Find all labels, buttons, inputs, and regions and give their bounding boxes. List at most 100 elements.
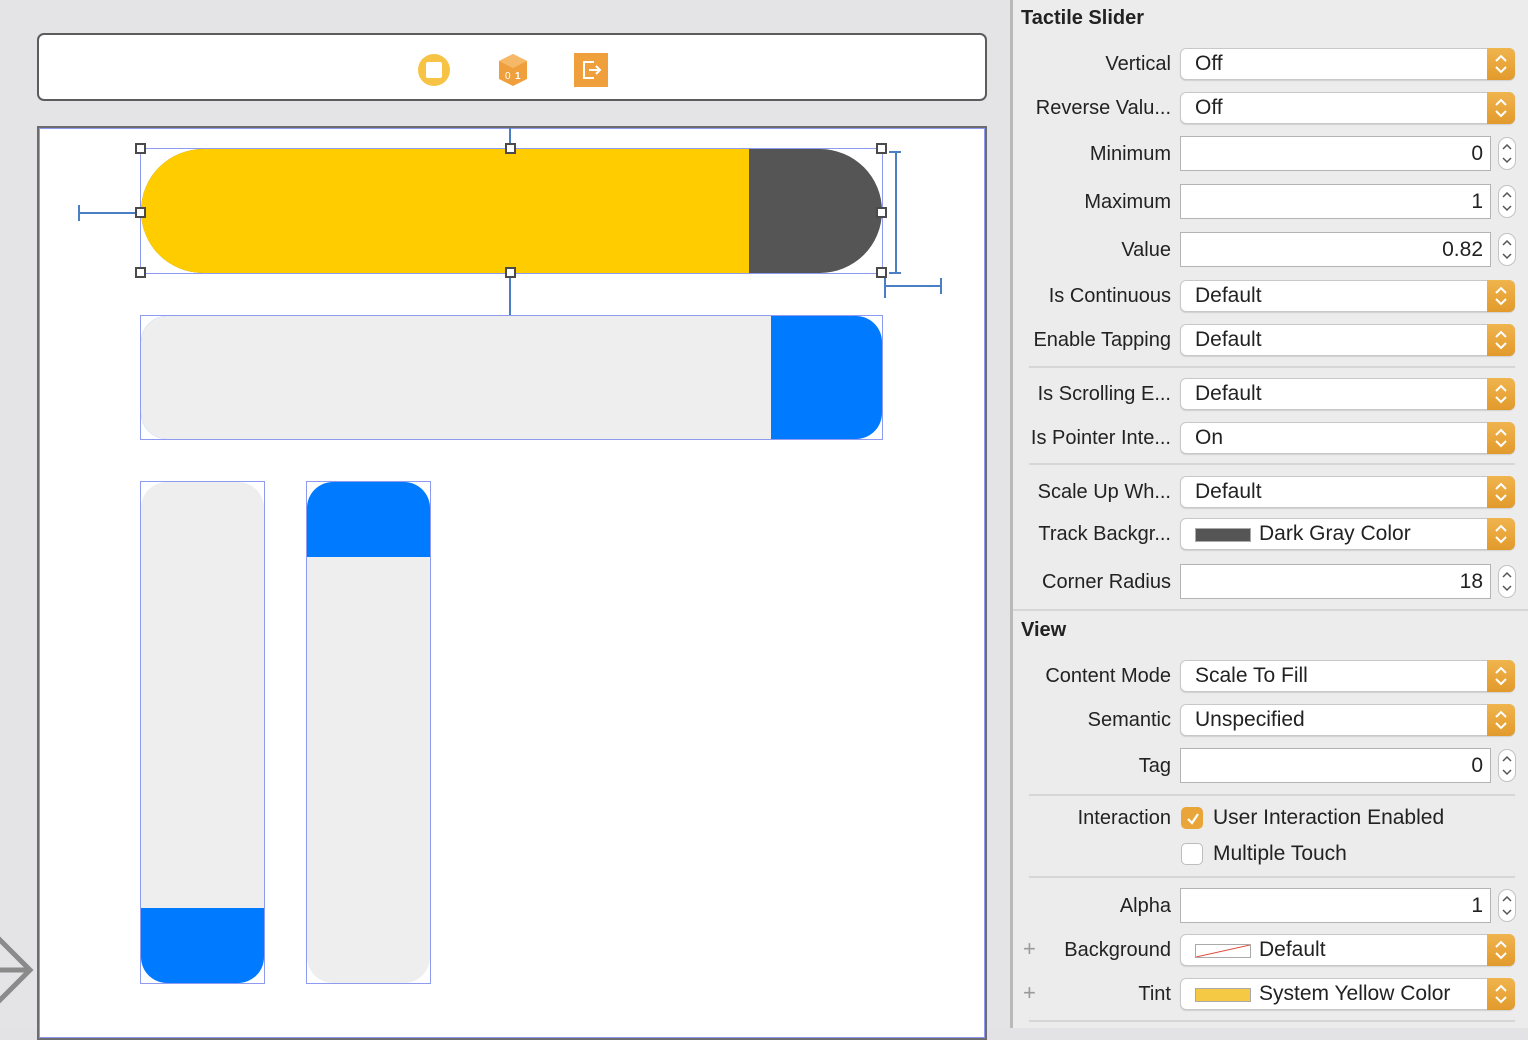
maximum-label: Maximum — [1084, 191, 1171, 213]
constraint-cap — [889, 272, 901, 274]
user-interaction-label[interactable]: User Interaction Enabled — [1213, 806, 1444, 830]
field-value: 1 — [1471, 190, 1483, 213]
background-popup[interactable]: Default — [1180, 934, 1515, 966]
resize-handle-bottom-right[interactable] — [876, 267, 887, 278]
color-swatch — [1195, 988, 1251, 1002]
enable-tapping-popup[interactable]: Default — [1180, 324, 1515, 356]
selection-outline — [140, 148, 883, 274]
multiple-touch-label[interactable]: Multiple Touch — [1213, 842, 1347, 866]
checkmark-icon — [1187, 813, 1199, 825]
user-interaction-checkbox[interactable] — [1181, 807, 1203, 829]
multiple-touch-checkbox[interactable] — [1181, 843, 1203, 865]
reverse-values-label: Reverse Valu... — [1035, 97, 1171, 119]
semantic-label: Semantic — [1087, 709, 1171, 731]
alpha-field[interactable]: 1 — [1180, 888, 1491, 923]
color-swatch — [1195, 528, 1251, 542]
width-constraint[interactable] — [884, 285, 941, 287]
is-scrolling-label: Is Scrolling E... — [1037, 383, 1171, 405]
popup-value: Default — [1195, 328, 1262, 351]
interaction-label: Interaction — [1077, 807, 1171, 829]
field-value: 0 — [1471, 754, 1483, 777]
alpha-label: Alpha — [1119, 895, 1171, 917]
exit-icon[interactable] — [574, 53, 608, 87]
height-constraint[interactable] — [895, 151, 897, 273]
leading-constraint[interactable] — [78, 212, 140, 214]
popup-arrows-icon — [1487, 422, 1515, 454]
background-label: Background — [1064, 939, 1171, 961]
popup-arrows-icon — [1487, 324, 1515, 356]
alpha-stepper[interactable] — [1498, 889, 1516, 922]
resize-handle-top-right[interactable] — [876, 143, 887, 154]
section-divider — [1013, 609, 1528, 611]
field-value: 1 — [1471, 894, 1483, 917]
vertical-popup[interactable]: Off — [1180, 48, 1515, 80]
value-stepper[interactable] — [1498, 233, 1516, 266]
resize-handle-top[interactable] — [505, 143, 516, 154]
view-outline — [140, 481, 265, 984]
tint-popup[interactable]: System Yellow Color — [1180, 978, 1515, 1010]
resize-handle-bottom-left[interactable] — [135, 267, 146, 278]
vertical-label: Vertical — [1105, 53, 1171, 75]
popup-arrows-icon — [1487, 92, 1515, 124]
corner-radius-field[interactable]: 18 — [1180, 564, 1491, 599]
divider — [1029, 463, 1515, 465]
bottom-constraint[interactable] — [509, 274, 511, 316]
field-value: 18 — [1459, 570, 1483, 593]
view-outline — [306, 481, 431, 984]
popup-value: Off — [1195, 96, 1223, 119]
popup-value: Dark Gray Color — [1259, 522, 1411, 545]
field-value: 0.82 — [1442, 238, 1483, 261]
content-mode-label: Content Mode — [1045, 665, 1171, 687]
divider — [1029, 1020, 1515, 1022]
popup-arrows-icon — [1487, 660, 1515, 692]
minimum-field[interactable]: 0 — [1180, 136, 1491, 171]
is-scrolling-popup[interactable]: Default — [1180, 378, 1515, 410]
scale-up-popup[interactable]: Default — [1180, 476, 1515, 508]
maximum-stepper[interactable] — [1498, 185, 1516, 218]
tag-label: Tag — [1138, 755, 1171, 777]
value-field[interactable]: 0.82 — [1180, 232, 1491, 267]
content-mode-popup[interactable]: Scale To Fill — [1180, 660, 1515, 692]
corner-radius-stepper[interactable] — [1498, 565, 1516, 598]
popup-arrows-icon — [1487, 978, 1515, 1010]
view-controller-icon[interactable] — [417, 53, 451, 87]
is-continuous-popup[interactable]: Default — [1180, 280, 1515, 312]
first-responder-icon[interactable]: 01 — [496, 53, 530, 87]
section-title-tactile-slider: Tactile Slider — [1021, 7, 1145, 29]
add-variation-background-icon[interactable]: + — [1023, 936, 1036, 962]
minimum-stepper[interactable] — [1498, 137, 1516, 170]
resize-handle-top-left[interactable] — [135, 143, 146, 154]
popup-value: Default — [1195, 382, 1262, 405]
minimum-label: Minimum — [1089, 143, 1171, 165]
svg-text:0: 0 — [505, 71, 511, 82]
resize-handle-bottom[interactable] — [505, 267, 516, 278]
divider — [1029, 794, 1515, 796]
maximum-field[interactable]: 1 — [1180, 184, 1491, 219]
constraint-cap — [78, 205, 80, 221]
is-pointer-popup[interactable]: On — [1180, 422, 1515, 454]
enable-tapping-label: Enable Tapping — [1033, 329, 1171, 351]
resize-handle-right[interactable] — [876, 207, 887, 218]
tag-stepper[interactable] — [1498, 749, 1516, 782]
constraint-cap — [940, 278, 942, 294]
resize-handle-left[interactable] — [135, 207, 146, 218]
storyboard-canvas[interactable]: 01 — [0, 0, 1010, 1040]
divider — [1029, 876, 1515, 878]
popup-arrows-icon — [1487, 378, 1515, 410]
track-background-popup[interactable]: Dark Gray Color — [1180, 518, 1515, 550]
tag-field[interactable]: 0 — [1180, 748, 1491, 783]
popup-arrows-icon — [1487, 704, 1515, 736]
attributes-inspector: Tactile Slider Vertical Off Reverse Valu… — [1010, 0, 1528, 1028]
popup-value: Default — [1259, 938, 1326, 961]
section-title-view: View — [1021, 619, 1067, 641]
corner-radius-label: Corner Radius — [1042, 571, 1171, 593]
value-label: Value — [1121, 239, 1171, 261]
popup-arrows-icon — [1487, 476, 1515, 508]
reverse-values-popup[interactable]: Off — [1180, 92, 1515, 124]
svg-text:1: 1 — [515, 71, 521, 82]
add-variation-tint-icon[interactable]: + — [1023, 980, 1036, 1006]
constraint-cap — [884, 278, 886, 298]
popup-arrows-icon — [1487, 280, 1515, 312]
popup-value: On — [1195, 426, 1224, 449]
semantic-popup[interactable]: Unspecified — [1180, 704, 1515, 736]
